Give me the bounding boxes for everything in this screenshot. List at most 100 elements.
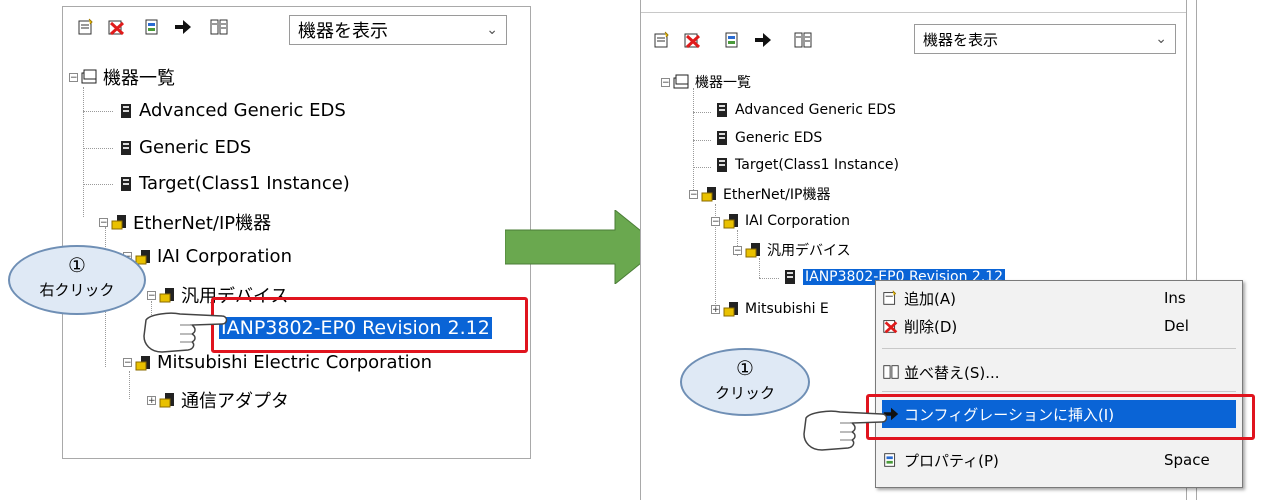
device-icon: [117, 175, 135, 193]
tree-label: 汎用デバイス: [767, 243, 851, 259]
menu-shortcut: Ins: [1164, 289, 1186, 307]
callout-number: ①: [68, 253, 86, 277]
tree-label: 機器一覧: [695, 75, 751, 91]
arrow-right-icon[interactable]: [753, 30, 773, 50]
menu-shortcut: Del: [1164, 317, 1189, 335]
folder-device-icon: [673, 73, 691, 91]
tree-root[interactable]: − 機器一覧: [661, 72, 751, 92]
arrow-right-icon[interactable]: [173, 17, 193, 37]
left-toolbar: [77, 17, 239, 37]
collapse-icon[interactable]: −: [689, 189, 698, 199]
sort-icon[interactable]: [209, 17, 229, 37]
tree-label: Advanced Generic EDS: [735, 102, 896, 118]
callout-text: 右クリック: [39, 281, 115, 299]
device-icon: [117, 139, 135, 157]
tree-label: IAI Corporation: [157, 246, 292, 267]
insert-icon[interactable]: [723, 30, 743, 50]
tree-item-ethernet-ip[interactable]: − EtherNet/IP機器: [99, 209, 271, 235]
insert-icon[interactable]: [143, 17, 163, 37]
collapse-icon[interactable]: −: [69, 72, 78, 82]
tree-label: Mitsubishi E: [745, 301, 829, 317]
tree-label: Generic EDS: [139, 137, 252, 158]
menu-label: プロパティ(P): [904, 451, 999, 470]
right-callout-bubble: ① クリック: [680, 348, 810, 416]
dropdown-value: 機器を表示: [298, 21, 388, 42]
collapse-icon[interactable]: −: [123, 358, 132, 368]
dropdown-value: 機器を表示: [923, 30, 999, 49]
tree-item-iai[interactable]: − IAI Corporation: [711, 212, 850, 230]
tree-root[interactable]: − 機器一覧: [69, 64, 175, 90]
view-filter-dropdown[interactable]: 機器を表示 ⌄: [914, 24, 1176, 54]
menu-item-add[interactable]: 追加(A) Ins: [882, 285, 1236, 311]
menu-shortcut: Space: [1164, 451, 1210, 469]
tree-label: Generic EDS: [735, 130, 823, 146]
folder-device-icon: [111, 213, 129, 231]
collapse-icon[interactable]: −: [711, 216, 720, 226]
delete-device-icon: [882, 317, 900, 335]
tree-label: Target(Class1 Instance): [139, 173, 350, 194]
left-device-panel: 機器を表示 ⌄ − 機器一覧 Advanced Generic EDS Gene…: [62, 6, 531, 459]
left-callout-bubble: ① 右クリック: [8, 245, 146, 315]
tree-item-generic-eds[interactable]: Generic EDS: [117, 137, 251, 158]
menu-label: 削除(D): [904, 317, 958, 336]
collapse-icon[interactable]: −: [733, 245, 742, 255]
tree-item-ethernet-ip[interactable]: − EtherNet/IP機器: [689, 184, 830, 204]
folder-device-icon: [745, 241, 763, 259]
add-device-icon: [882, 289, 900, 307]
menu-label: 追加(A): [904, 289, 956, 308]
tree-label: EtherNet/IP機器: [133, 213, 272, 234]
tree-item-iai[interactable]: − IAI Corporation: [123, 246, 292, 267]
collapse-icon[interactable]: −: [661, 77, 670, 87]
folder-device-icon: [159, 391, 177, 409]
context-menu: 追加(A) Ins 削除(D) Del 並べ替え(S)... コンフィグレーショ…: [875, 280, 1243, 488]
add-device-icon[interactable]: [653, 30, 673, 50]
folder-device-icon: [723, 212, 741, 230]
menu-item-sort[interactable]: 並べ替え(S)...: [882, 359, 1236, 385]
tree-item-target[interactable]: Target(Class1 Instance): [117, 173, 350, 194]
menu-label: 並べ替え(S)...: [904, 363, 1000, 382]
right-highlight-box: [866, 394, 1255, 440]
folder-device-icon: [81, 68, 99, 86]
delete-device-icon[interactable]: [683, 30, 703, 50]
device-icon: [781, 268, 799, 286]
tree-label: 機器一覧: [103, 68, 175, 89]
view-filter-dropdown[interactable]: 機器を表示 ⌄: [289, 15, 507, 45]
folder-device-icon: [723, 300, 741, 318]
chevron-down-icon: ⌄: [486, 22, 498, 38]
callout-text: クリック: [714, 384, 775, 402]
device-icon: [713, 129, 731, 147]
expand-icon[interactable]: +: [711, 304, 720, 314]
add-device-icon[interactable]: [77, 17, 97, 37]
menu-separator: [882, 391, 1236, 392]
tree-label: 通信アダプタ: [181, 391, 289, 412]
sort-icon[interactable]: [793, 30, 813, 50]
device-icon: [117, 102, 135, 120]
tree-item-advanced-eds[interactable]: Advanced Generic EDS: [117, 100, 346, 121]
menu-item-property[interactable]: プロパティ(P) Space: [882, 447, 1236, 473]
tree-item-generic-eds[interactable]: Generic EDS: [713, 129, 822, 147]
collapse-icon[interactable]: −: [147, 290, 156, 300]
tree-item-target[interactable]: Target(Class1 Instance): [713, 156, 899, 174]
callout-number: ①: [736, 356, 754, 380]
tree-item-advanced-eds[interactable]: Advanced Generic EDS: [713, 101, 896, 119]
pointing-hand-icon: [803, 410, 888, 451]
tree-item-mitsubishi[interactable]: + Mitsubishi E: [711, 300, 829, 318]
left-highlight-box: [211, 297, 528, 353]
chevron-down-icon: ⌄: [1155, 31, 1167, 47]
tree-label: Advanced Generic EDS: [139, 100, 346, 121]
collapse-icon[interactable]: −: [99, 217, 108, 227]
right-toolbar: [653, 30, 823, 50]
tree-item-generic-device[interactable]: − 汎用デバイス: [733, 240, 851, 260]
expand-icon[interactable]: +: [147, 395, 156, 405]
menu-separator: [882, 348, 1236, 349]
tree-label: EtherNet/IP機器: [723, 187, 831, 203]
device-icon: [713, 101, 731, 119]
tree-label: Target(Class1 Instance): [735, 157, 899, 173]
folder-device-icon: [701, 185, 719, 203]
sort-icon: [882, 363, 900, 381]
tree-label: IAI Corporation: [745, 213, 850, 229]
tree-item-adapter[interactable]: + 通信アダプタ: [147, 387, 289, 413]
pointing-hand-icon: [143, 312, 228, 353]
delete-device-icon[interactable]: [107, 17, 127, 37]
menu-item-delete[interactable]: 削除(D) Del: [882, 313, 1236, 339]
